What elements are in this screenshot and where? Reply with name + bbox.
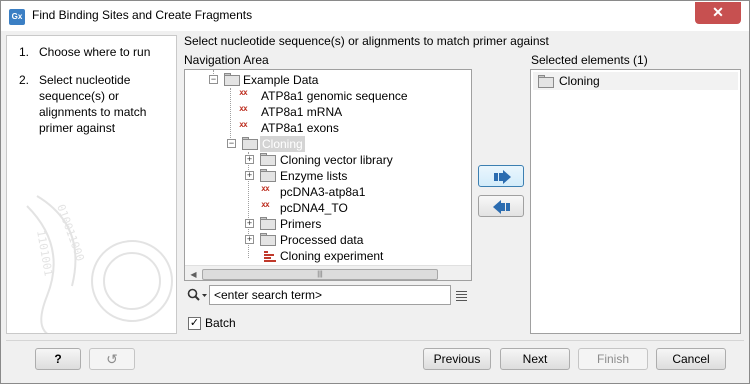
folder-icon: [260, 217, 276, 230]
step-number: 1.: [19, 45, 30, 59]
folder-icon: [260, 153, 276, 166]
app-icon: Gx: [9, 9, 25, 25]
help-button[interactable]: ?: [35, 348, 81, 370]
tree-item-label: ATP8a1 genomic sequence: [261, 89, 408, 103]
tree-item-label: Cloning: [260, 136, 305, 152]
previous-button[interactable]: Previous: [423, 348, 491, 370]
tree-item-label: Primers: [280, 217, 322, 231]
step-label: Choose where to run: [39, 45, 151, 59]
footer-divider: [6, 340, 744, 341]
window-title: Find Binding Sites and Create Fragments: [32, 8, 253, 22]
expand-icon[interactable]: +: [245, 235, 254, 244]
folder-icon: [538, 75, 554, 88]
search-input[interactable]: [209, 285, 451, 305]
sequence-icon: ᕁᕁ: [261, 186, 270, 197]
folder-icon: [260, 233, 276, 246]
folder-icon: [260, 169, 276, 182]
tree-item-label: Enzyme lists: [280, 169, 348, 183]
folder-open-icon: [242, 137, 258, 150]
dialog-window: Gx Find Binding Sites and Create Fragmen…: [0, 0, 750, 384]
batch-label: Batch: [205, 316, 236, 330]
tree-item-label: ATP8a1 mRNA: [261, 105, 343, 119]
search-icon[interactable]: [187, 288, 209, 302]
arrow-right-icon: [494, 170, 511, 184]
expand-icon[interactable]: +: [245, 171, 254, 180]
instruction-text: Select nucleotide sequence(s) or alignme…: [184, 34, 549, 48]
remove-from-selected-button[interactable]: [478, 195, 524, 217]
scroll-thumb[interactable]: |||: [202, 269, 438, 280]
collapse-icon[interactable]: −: [209, 75, 218, 84]
svg-text:010011000: 010011000: [54, 203, 87, 263]
sequence-icon: ᕁᕁ: [239, 90, 248, 101]
selected-item-label: Cloning: [559, 74, 600, 88]
close-button[interactable]: ✕: [695, 2, 741, 24]
tree-item-label: Cloning experiment: [280, 249, 384, 263]
tree-item-label: pcDNA3-atp8a1: [280, 185, 366, 199]
navigation-tree[interactable]: − Example Data ᕁᕁ ATP8a1 genomic sequenc…: [184, 69, 472, 281]
tree-item-label: ATP8a1 exons: [261, 121, 339, 135]
selected-elements-list[interactable]: Cloning: [530, 69, 741, 334]
sequence-icon: ᕁᕁ: [239, 122, 248, 133]
experiment-icon: [262, 250, 276, 262]
batch-checkbox[interactable]: ✓: [188, 317, 201, 330]
tree-item-label: Example Data: [243, 73, 319, 87]
tree-item-label: pcDNA4_TO: [280, 201, 348, 215]
tree-item-label: Cloning vector library: [280, 153, 393, 167]
step-label: Select nucleotide sequence(s) or alignme…: [39, 73, 147, 135]
scroll-left-icon[interactable]: ◀: [185, 266, 202, 280]
add-to-selected-button[interactable]: [478, 165, 524, 187]
selected-item[interactable]: Cloning: [533, 72, 738, 90]
watermark-graphic: 010011000 1101001: [26, 195, 173, 333]
expand-icon[interactable]: +: [245, 219, 254, 228]
tree-item-label: Processed data: [280, 233, 364, 247]
reset-button[interactable]: ↺: [89, 348, 135, 370]
finish-button[interactable]: Finish: [578, 348, 648, 370]
folder-icon: [224, 73, 240, 86]
step-number: 2.: [19, 73, 30, 87]
cancel-button[interactable]: Cancel: [656, 348, 726, 370]
search-options-icon[interactable]: [455, 288, 469, 302]
svg-text:1101001: 1101001: [34, 229, 55, 277]
sequence-icon: ᕁᕁ: [239, 106, 248, 117]
selected-elements-label: Selected elements (1): [531, 53, 648, 67]
title-bar: Gx Find Binding Sites and Create Fragmen…: [1, 1, 749, 31]
arrow-left-icon: [493, 200, 510, 214]
collapse-icon[interactable]: −: [227, 139, 236, 148]
navigation-area-label: Navigation Area: [184, 53, 269, 67]
next-button[interactable]: Next: [500, 348, 570, 370]
sequence-icon: ᕁᕁ: [261, 202, 270, 213]
expand-icon[interactable]: +: [245, 155, 254, 164]
horizontal-scrollbar[interactable]: ◀ ||| ▶: [185, 265, 471, 280]
steps-panel: 1. Choose where to run 2. Select nucleot…: [6, 35, 177, 334]
